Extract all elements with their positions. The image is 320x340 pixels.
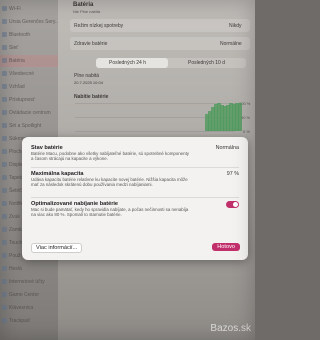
sidebar-icon [2, 279, 7, 284]
chart-gridline [75, 103, 235, 104]
sidebar-icon [2, 71, 7, 76]
tab-24h[interactable]: Posledných 24 h [109, 60, 146, 66]
capacity-value: 97 % [226, 171, 239, 177]
chart-bar [238, 103, 242, 131]
health-label: Zdravie batérie [74, 41, 108, 47]
sidebar-icon [2, 175, 7, 180]
window-title: Batéria [73, 2, 94, 8]
chart-title: Nabitie batérie [74, 94, 109, 100]
battery-health-sheet: Stav batérie Normálna Batérie Macu, podo… [22, 137, 248, 260]
sidebar-item[interactable]: Batéria [9, 58, 25, 64]
sidebar-icon [2, 305, 7, 310]
sidebar-icon [2, 32, 7, 37]
sidebar-icon [2, 292, 7, 297]
sidebar-item[interactable]: Prístupnosť [9, 97, 35, 103]
sidebar-item[interactable]: Wi-Fi [9, 6, 21, 12]
sidebar-icon [2, 188, 7, 193]
sidebar-icon [2, 201, 7, 206]
done-button[interactable]: Hotovo [212, 243, 240, 251]
sidebar-icon [2, 110, 7, 115]
sidebar-icon [2, 97, 7, 102]
sidebar-icon [2, 240, 7, 245]
watermark: Bazos.sk [210, 323, 251, 334]
capacity-section: Maximálna kapacita 97 % Udáva kapacitu b… [31, 171, 239, 187]
sidebar-icon [2, 136, 7, 141]
condition-description: Batérie Macu, podobne ako všetky nabíjat… [31, 151, 189, 162]
sidebar-icon [2, 84, 7, 89]
sidebar-icon [2, 253, 7, 258]
sidebar-item[interactable]: Heslá [9, 266, 22, 272]
watermark-text: Bazos.sk [210, 323, 251, 334]
screen-photo: Wi-Fi Ursia Gerenčes Sery... Bluetooth Sieť… [0, 0, 255, 340]
optimized-charging-description: Mac si bude pamätať, kedy ho spravidla n… [31, 207, 189, 218]
divider [31, 197, 239, 198]
sidebar-item[interactable]: Internetové účty [9, 279, 45, 285]
sidebar-item[interactable]: Ovládacie centrum [9, 110, 51, 116]
sidebar-item[interactable]: Sieť [9, 45, 18, 51]
chart-gridline [75, 131, 235, 132]
sidebar-icon [2, 318, 7, 323]
sidebar-item[interactable]: Všeobecné [9, 71, 34, 77]
sidebar-icon [2, 123, 7, 128]
sidebar-item[interactable]: Trackpad [9, 318, 30, 324]
sidebar-item[interactable]: Ursia Gerenčes Sery... [9, 19, 59, 25]
window-subtitle: Nie Plne nabitá [73, 9, 101, 14]
sidebar-icon [2, 149, 7, 154]
low-power-label: Režim nízkej spotreby [74, 23, 124, 29]
low-power-value[interactable]: Nikdy [229, 23, 242, 29]
sidebar-item[interactable]: Klávesnica [9, 305, 33, 311]
divider [31, 167, 239, 168]
sidebar-icon [2, 162, 7, 167]
chart-tick-label: 50 % [241, 115, 251, 120]
sidebar-icon [2, 214, 7, 219]
last-charge-label: Plne nabitá [74, 73, 100, 79]
chart-tick-label: 0 % [243, 129, 250, 134]
sidebar-item[interactable]: Bluetooth [9, 32, 30, 38]
sidebar-icon [2, 45, 7, 50]
sidebar-icon [2, 58, 7, 63]
sidebar-item[interactable]: Siri a Spotlight [9, 123, 41, 129]
sidebar-item[interactable]: Vzhľad [9, 84, 25, 90]
last-charge-value: 20.7.2025 10:04 [74, 80, 103, 85]
sidebar-item[interactable]: Game Center [9, 292, 39, 298]
optimized-charging-section: Optimalizované nabíjanie batérie Mac si … [31, 201, 239, 217]
sidebar-icon [2, 19, 7, 24]
optimized-charging-toggle[interactable] [226, 201, 239, 208]
condition-value: Normálna [215, 145, 239, 151]
health-value: Normálne [220, 41, 242, 47]
condition-section: Stav batérie Normálna Batérie Macu, podo… [31, 145, 239, 161]
toggle-knob [233, 202, 238, 207]
more-info-button[interactable]: Viac informácií... [31, 243, 83, 253]
sidebar-icon [2, 6, 7, 11]
sidebar-icon [2, 227, 7, 232]
capacity-description: Udáva kapacitu batérie relatívne ku kapa… [31, 177, 188, 188]
sidebar-icon [2, 266, 7, 271]
sidebar-item[interactable]: Zvuk [9, 214, 20, 220]
tab-10d[interactable]: Posledných 10 d [188, 60, 225, 66]
